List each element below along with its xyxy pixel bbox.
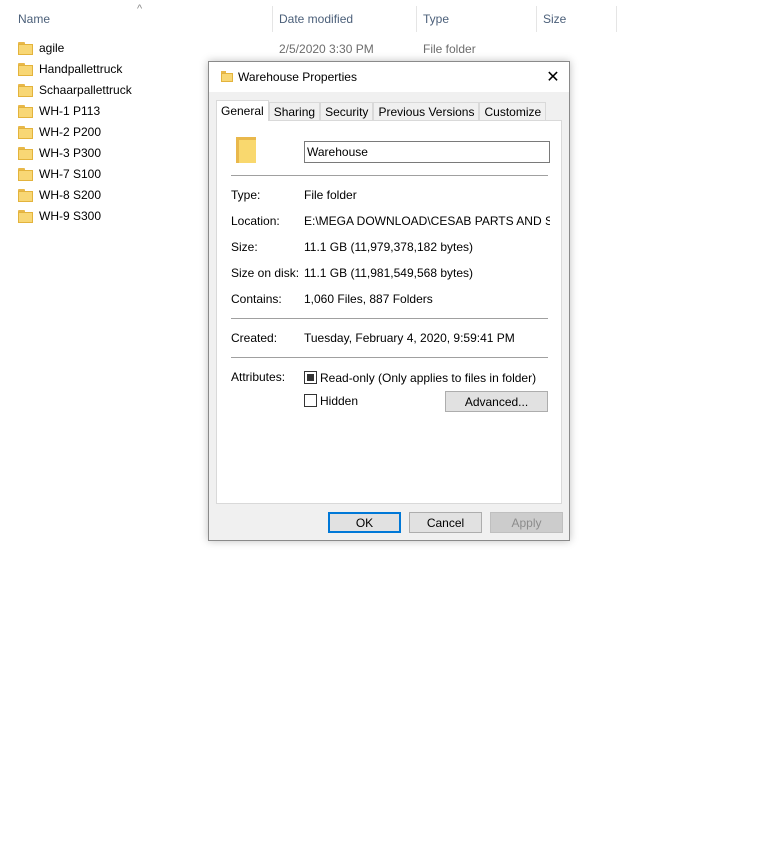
list-item[interactable]: agile	[18, 38, 64, 58]
ok-button[interactable]: OK	[328, 512, 401, 533]
file-name: WH-2 P200	[39, 125, 102, 139]
created-value: Tuesday, February 4, 2020, 9:59:41 PM	[304, 331, 515, 345]
folder-icon	[18, 62, 34, 76]
divider	[231, 357, 548, 358]
created-label: Created:	[231, 331, 278, 345]
folder-icon	[221, 71, 234, 82]
column-header-date-modified[interactable]: Date modified	[279, 12, 353, 26]
advanced-button[interactable]: Advanced...	[445, 391, 548, 412]
contains-label: Contains:	[231, 292, 282, 306]
attributes-label: Attributes:	[231, 370, 286, 384]
general-panel: Warehouse Type: File folder Location: E:…	[216, 120, 562, 504]
size-on-disk-value: 11.1 GB (11,981,549,568 bytes)	[304, 266, 474, 280]
column-divider[interactable]	[416, 6, 417, 32]
sort-ascending-icon: ^	[137, 3, 143, 15]
tab-previous-versions[interactable]: Previous Versions	[373, 102, 480, 121]
column-header-type[interactable]: Type	[423, 12, 449, 26]
location-label: Location:	[231, 214, 280, 228]
apply-button[interactable]: Apply	[490, 512, 563, 533]
hidden-label[interactable]: Hidden	[320, 394, 358, 408]
tab-sharing[interactable]: Sharing	[268, 102, 321, 121]
type-label: Type:	[231, 188, 261, 202]
file-date-modified: 2/5/2020 3:30 PM	[279, 42, 374, 56]
location-value: E:\MEGA DOWNLOAD\CESAB PARTS AND SERV	[304, 214, 550, 228]
list-item[interactable]: WH-7 S100	[18, 164, 101, 184]
file-name: WH-3 P300	[39, 146, 102, 160]
folder-icon	[18, 188, 34, 202]
size-label: Size:	[231, 240, 258, 254]
tab-general[interactable]: General	[216, 100, 269, 121]
folder-name-input[interactable]: Warehouse	[304, 141, 550, 163]
column-divider[interactable]	[536, 6, 537, 32]
folder-icon	[236, 137, 256, 163]
column-header-name[interactable]: Name	[18, 12, 50, 26]
folder-icon	[18, 41, 34, 55]
file-name: WH-8 S200	[39, 188, 102, 202]
file-name: agile	[39, 41, 65, 55]
tab-customize[interactable]: Customize	[479, 102, 547, 121]
list-item[interactable]: Handpallettruck	[18, 59, 122, 79]
cancel-button[interactable]: Cancel	[409, 512, 482, 533]
list-item[interactable]: WH-1 P113	[18, 101, 100, 121]
list-item[interactable]: Schaarpallettruck	[18, 80, 132, 100]
properties-dialog: Warehouse Properties ✕ General Sharing S…	[208, 61, 570, 541]
folder-icon	[18, 83, 34, 97]
dialog-titlebar[interactable]: Warehouse Properties ✕	[209, 62, 569, 92]
folder-icon	[18, 125, 34, 139]
list-item[interactable]: WH-3 P300	[18, 143, 101, 163]
file-name: WH-9 S300	[39, 209, 102, 223]
contains-value: 1,060 Files, 887 Folders	[304, 292, 433, 306]
dialog-title: Warehouse Properties	[238, 70, 357, 84]
file-name: Handpallettruck	[39, 62, 123, 76]
column-divider[interactable]	[272, 6, 273, 32]
file-name: WH-7 S100	[39, 167, 102, 181]
folder-icon	[18, 146, 34, 160]
close-icon[interactable]: ✕	[537, 62, 569, 92]
tab-security[interactable]: Security	[320, 102, 374, 121]
list-item[interactable]: WH-8 S200	[18, 185, 101, 205]
divider	[231, 175, 548, 176]
file-name: WH-1 P113	[39, 104, 101, 118]
readonly-checkbox[interactable]	[304, 371, 317, 384]
file-type: File folder	[423, 42, 476, 56]
type-value: File folder	[304, 188, 357, 202]
folder-icon	[18, 167, 34, 181]
divider	[231, 318, 548, 319]
size-value: 11.1 GB (11,979,378,182 bytes)	[304, 240, 474, 254]
file-name: Schaarpallettruck	[39, 83, 132, 97]
tab-bar: General Sharing Security Previous Versio…	[216, 100, 547, 121]
folder-icon	[18, 104, 34, 118]
column-header-size[interactable]: Size	[543, 12, 566, 26]
list-item[interactable]: WH-2 P200	[18, 122, 101, 142]
hidden-checkbox[interactable]	[304, 394, 317, 407]
folder-icon	[18, 209, 34, 223]
size-on-disk-label: Size on disk:	[231, 266, 300, 280]
list-item[interactable]: WH-9 S300	[18, 206, 101, 226]
column-divider[interactable]	[616, 6, 617, 32]
readonly-label[interactable]: Read-only (Only applies to files in fold…	[320, 371, 536, 385]
